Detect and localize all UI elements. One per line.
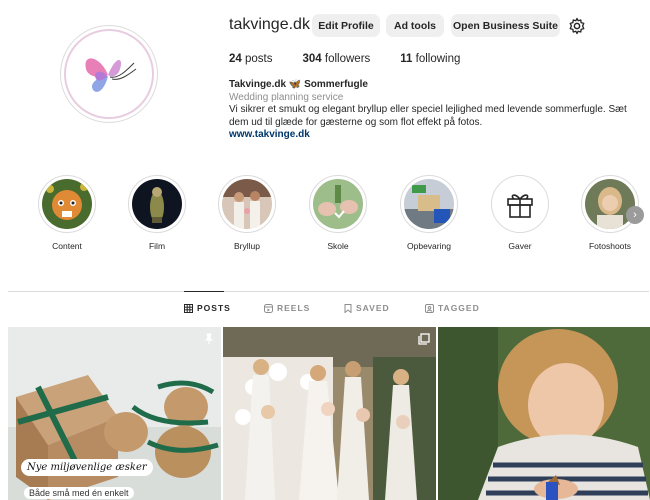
tab-tagged-label: TAGGED [438, 303, 480, 313]
highlight-bryllup[interactable]: Bryllup [212, 175, 282, 251]
business-suite-button[interactable]: Open Business Suite [451, 14, 560, 37]
settings-gear-icon[interactable] [568, 17, 586, 35]
reels-icon [264, 303, 273, 313]
highlight-content[interactable]: Content [32, 175, 102, 251]
highlight-film[interactable]: Film [122, 175, 192, 251]
tab-saved-label: SAVED [356, 303, 390, 313]
highlight-skole-thumbnail [313, 179, 363, 229]
post-tile[interactable]: Nye miljøvenlige æsker Både små med én e… [8, 327, 221, 500]
tab-posts-label: POSTS [197, 303, 231, 313]
profile-stats: 24 posts 304 followers 11 following [229, 53, 490, 65]
tab-reels[interactable]: REELS [264, 303, 310, 313]
highlight-gaver[interactable]: Gaver [485, 175, 555, 251]
post-caption: Nye miljøvenlige æsker [21, 459, 153, 476]
highlight-label: Fotoshoots [588, 241, 632, 251]
posts-label: posts [245, 53, 273, 65]
post-tile[interactable] [438, 327, 650, 500]
tab-reels-label: REELS [277, 303, 311, 313]
edit-profile-button[interactable]: Edit Profile [312, 14, 380, 37]
ad-tools-button[interactable]: Ad tools [386, 14, 444, 37]
followers-stat[interactable]: 304 followers [303, 53, 371, 65]
posts-stat: 24 posts [229, 53, 273, 65]
tab-posts[interactable]: POSTS [184, 303, 231, 313]
grid-icon [184, 303, 193, 313]
highlight-label: Gaver [508, 241, 532, 251]
bio-name: Takvinge.dk 🦋 Sommerfugle [229, 79, 368, 90]
followers-label: followers [324, 53, 371, 65]
profile-bio: Takvinge.dk 🦋 Sommerfugle Wedding planni… [229, 79, 649, 142]
highlight-label: Opbevaring [407, 241, 451, 251]
tab-saved[interactable]: SAVED [344, 303, 390, 313]
highlight-skole[interactable]: Skole [303, 175, 373, 251]
highlight-opbevaring-thumbnail [404, 179, 454, 229]
pin-icon [203, 333, 215, 345]
highlight-opbevaring[interactable]: Opbevaring [394, 175, 464, 251]
chevron-right-icon[interactable]: › [626, 206, 644, 224]
bio-text: Vi sikrer et smukt og elegant bryllup el… [229, 104, 627, 128]
post-image-bridal-party [223, 327, 436, 500]
profile-username: takvinge.dk [229, 16, 310, 33]
tabs-divider [8, 291, 649, 292]
bookmark-icon [344, 303, 352, 313]
highlight-fotoshoots-thumbnail [585, 179, 635, 229]
profile-avatar[interactable] [60, 25, 158, 123]
highlight-label: Bryllup [234, 241, 260, 251]
tag-person-icon [425, 303, 434, 313]
posts-count: 24 [229, 53, 242, 65]
post-tile[interactable] [223, 327, 436, 500]
carousel-icon [418, 333, 430, 345]
bio-link[interactable]: www.takvinge.dk [229, 129, 649, 142]
butterfly-logo [64, 29, 154, 119]
post-subcaption: Både små med én enkelt [24, 487, 134, 499]
highlight-label: Skole [327, 241, 349, 251]
tab-tagged[interactable]: TAGGED [425, 303, 480, 313]
followers-count: 304 [302, 53, 322, 65]
highlight-content-thumbnail [42, 179, 92, 229]
following-label: following [415, 53, 461, 65]
highlight-film-thumbnail [132, 179, 182, 229]
highlight-label: Film [148, 241, 166, 251]
bio-category: Wedding planning service [229, 91, 344, 103]
highlight-bryllup-thumbnail [222, 179, 272, 229]
highlight-label: Content [52, 241, 82, 251]
gift-icon [495, 179, 545, 229]
post-image-girl-butterfly [438, 327, 650, 500]
following-count: 11 [400, 53, 413, 65]
following-stat[interactable]: 11 following [400, 53, 460, 65]
active-tab-indicator [184, 291, 224, 292]
